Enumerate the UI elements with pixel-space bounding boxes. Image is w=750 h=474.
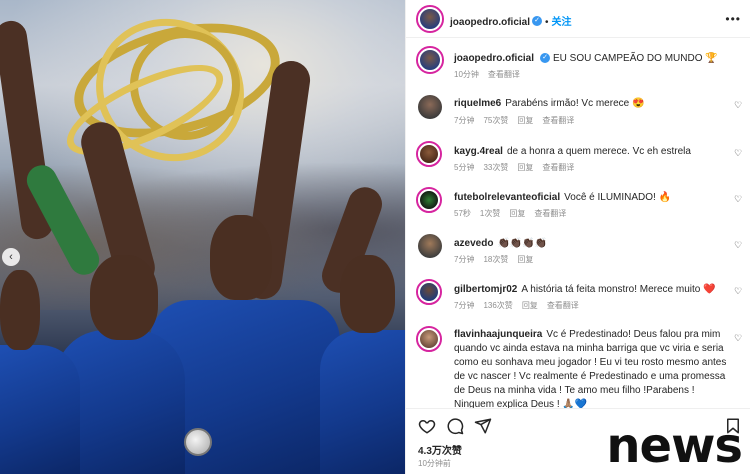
comment-likes[interactable]: 75次赞 xyxy=(483,116,508,125)
caption-text: EU SOU CAMPEÃO DO MUNDO 🏆 xyxy=(553,53,718,64)
reply-button[interactable]: 回复 xyxy=(517,116,533,125)
post-photo: ‹ xyxy=(0,0,405,474)
comment-like-icon[interactable]: ♡ xyxy=(734,241,743,250)
translate-link[interactable]: 查看翻译 xyxy=(547,301,579,310)
avatar[interactable] xyxy=(416,187,442,213)
translate-link[interactable]: 查看翻译 xyxy=(488,70,520,79)
translate-link[interactable]: 查看翻译 xyxy=(542,163,574,172)
comment-time[interactable]: 7分钟 xyxy=(454,116,474,125)
reply-button[interactable]: 回复 xyxy=(522,301,538,310)
more-options-icon[interactable]: ••• xyxy=(725,12,741,26)
avatar[interactable] xyxy=(416,326,442,352)
avatar[interactable] xyxy=(416,46,444,74)
previous-photo-button[interactable]: ‹ xyxy=(2,248,20,266)
comment-time[interactable]: 7分钟 xyxy=(454,255,474,264)
comment-row: azevedo 👏🏿👏🏿👏🏿👏🏿 7分钟 18次赞 回复 ♡ xyxy=(406,234,750,270)
translate-link[interactable]: 查看翻译 xyxy=(542,116,574,125)
comment-username[interactable]: flavinhaajunqueira xyxy=(454,329,542,340)
comment-time[interactable]: 7分钟 xyxy=(454,301,474,310)
header-separator: • xyxy=(545,17,549,28)
caption-row: joaopedro.oficial ✓ EU SOU CAMPEÃO DO MUND… xyxy=(406,46,750,86)
heart-icon[interactable] xyxy=(418,417,436,435)
post-panel: joaopedro.oficial ✓ • 关注 ••• joaopedro.ofic… xyxy=(405,0,750,474)
comment-username[interactable]: riquelme6 xyxy=(454,98,501,109)
avatar[interactable] xyxy=(418,234,442,258)
comment-like-icon[interactable]: ♡ xyxy=(734,101,743,110)
caption-username[interactable]: joaopedro.oficial xyxy=(454,53,534,64)
comment-like-icon[interactable]: ♡ xyxy=(734,334,743,343)
news-watermark-logo: news xyxy=(606,418,743,474)
follow-button[interactable]: 关注 xyxy=(552,17,572,28)
header-username[interactable]: joaopedro.oficial xyxy=(450,17,530,28)
comment-text: Você é ILUMINADO! 🔥 xyxy=(564,192,672,203)
comment-likes[interactable]: 1次赞 xyxy=(480,209,500,218)
comment-row: gilbertomjr02 A história tá feita monstro… xyxy=(406,279,750,315)
comment-username[interactable]: futebolrelevanteoficial xyxy=(454,192,560,203)
comment-username[interactable]: gilbertomjr02 xyxy=(454,284,517,295)
player-head xyxy=(340,255,395,333)
comment-row: riquelme6 Parabéns irmão! Vc merece 😍 7分钟… xyxy=(406,95,750,131)
avatar[interactable] xyxy=(418,95,442,119)
caption-time[interactable]: 10分钟 xyxy=(454,70,479,79)
verified-badge-icon: ✓ xyxy=(540,53,551,64)
avatar[interactable] xyxy=(416,141,442,167)
comment-time[interactable]: 57秒 xyxy=(454,209,471,218)
comment-like-icon[interactable]: ♡ xyxy=(734,195,743,204)
player-head xyxy=(90,255,158,340)
comment-like-icon[interactable]: ♡ xyxy=(734,287,743,296)
post-header: joaopedro.oficial ✓ • 关注 ••• xyxy=(406,0,750,38)
comment-username[interactable]: azevedo xyxy=(454,238,493,249)
comment-likes[interactable]: 136次赞 xyxy=(483,301,512,310)
comment-time[interactable]: 5分钟 xyxy=(454,163,474,172)
comment-text: de a honra a quem merece. Vc eh estrela xyxy=(506,146,691,157)
comment-likes[interactable]: 18次赞 xyxy=(483,255,508,264)
post-timestamp[interactable]: 10分钟前 xyxy=(418,458,451,469)
comment-icon[interactable] xyxy=(446,417,464,435)
comment-like-icon[interactable]: ♡ xyxy=(734,149,743,158)
player-head xyxy=(0,270,40,350)
comment-row: futebolrelevanteoficial Você é ILUMINADO!… xyxy=(406,187,750,223)
comment-likes[interactable]: 33次赞 xyxy=(483,163,508,172)
comment-text: Vc é Predestinado! Deus falou pra mim qu… xyxy=(454,329,727,410)
comment-row: kayg.4real de a honra a quem merece. Vc e… xyxy=(406,141,750,177)
reply-button[interactable]: 回复 xyxy=(509,209,525,218)
chevron-left-icon: ‹ xyxy=(9,251,13,263)
send-icon[interactable] xyxy=(474,417,492,435)
reply-button[interactable]: 回复 xyxy=(517,163,533,172)
comment-text: Parabéns irmão! Vc merece 😍 xyxy=(505,98,645,109)
translate-link[interactable]: 查看翻译 xyxy=(534,209,566,218)
player-jersey xyxy=(0,345,80,474)
player-jersey xyxy=(320,330,405,474)
avatar[interactable] xyxy=(416,279,442,305)
comment-text: A história tá feita monstro! Merece muit… xyxy=(521,284,716,295)
verified-badge-icon: ✓ xyxy=(532,15,543,26)
avatar[interactable] xyxy=(416,5,444,33)
post-likes-count[interactable]: 4.3万次赞 xyxy=(418,442,462,457)
player-head xyxy=(210,215,272,300)
comment-text: 👏🏿👏🏿👏🏿👏🏿 xyxy=(497,238,548,249)
reply-button[interactable]: 回复 xyxy=(517,255,533,264)
comment-username[interactable]: kayg.4real xyxy=(454,146,503,157)
medal-graphic xyxy=(184,428,212,456)
comment-row: flavinhaajunqueira Vc é Predestinado! Deu… xyxy=(406,326,750,410)
